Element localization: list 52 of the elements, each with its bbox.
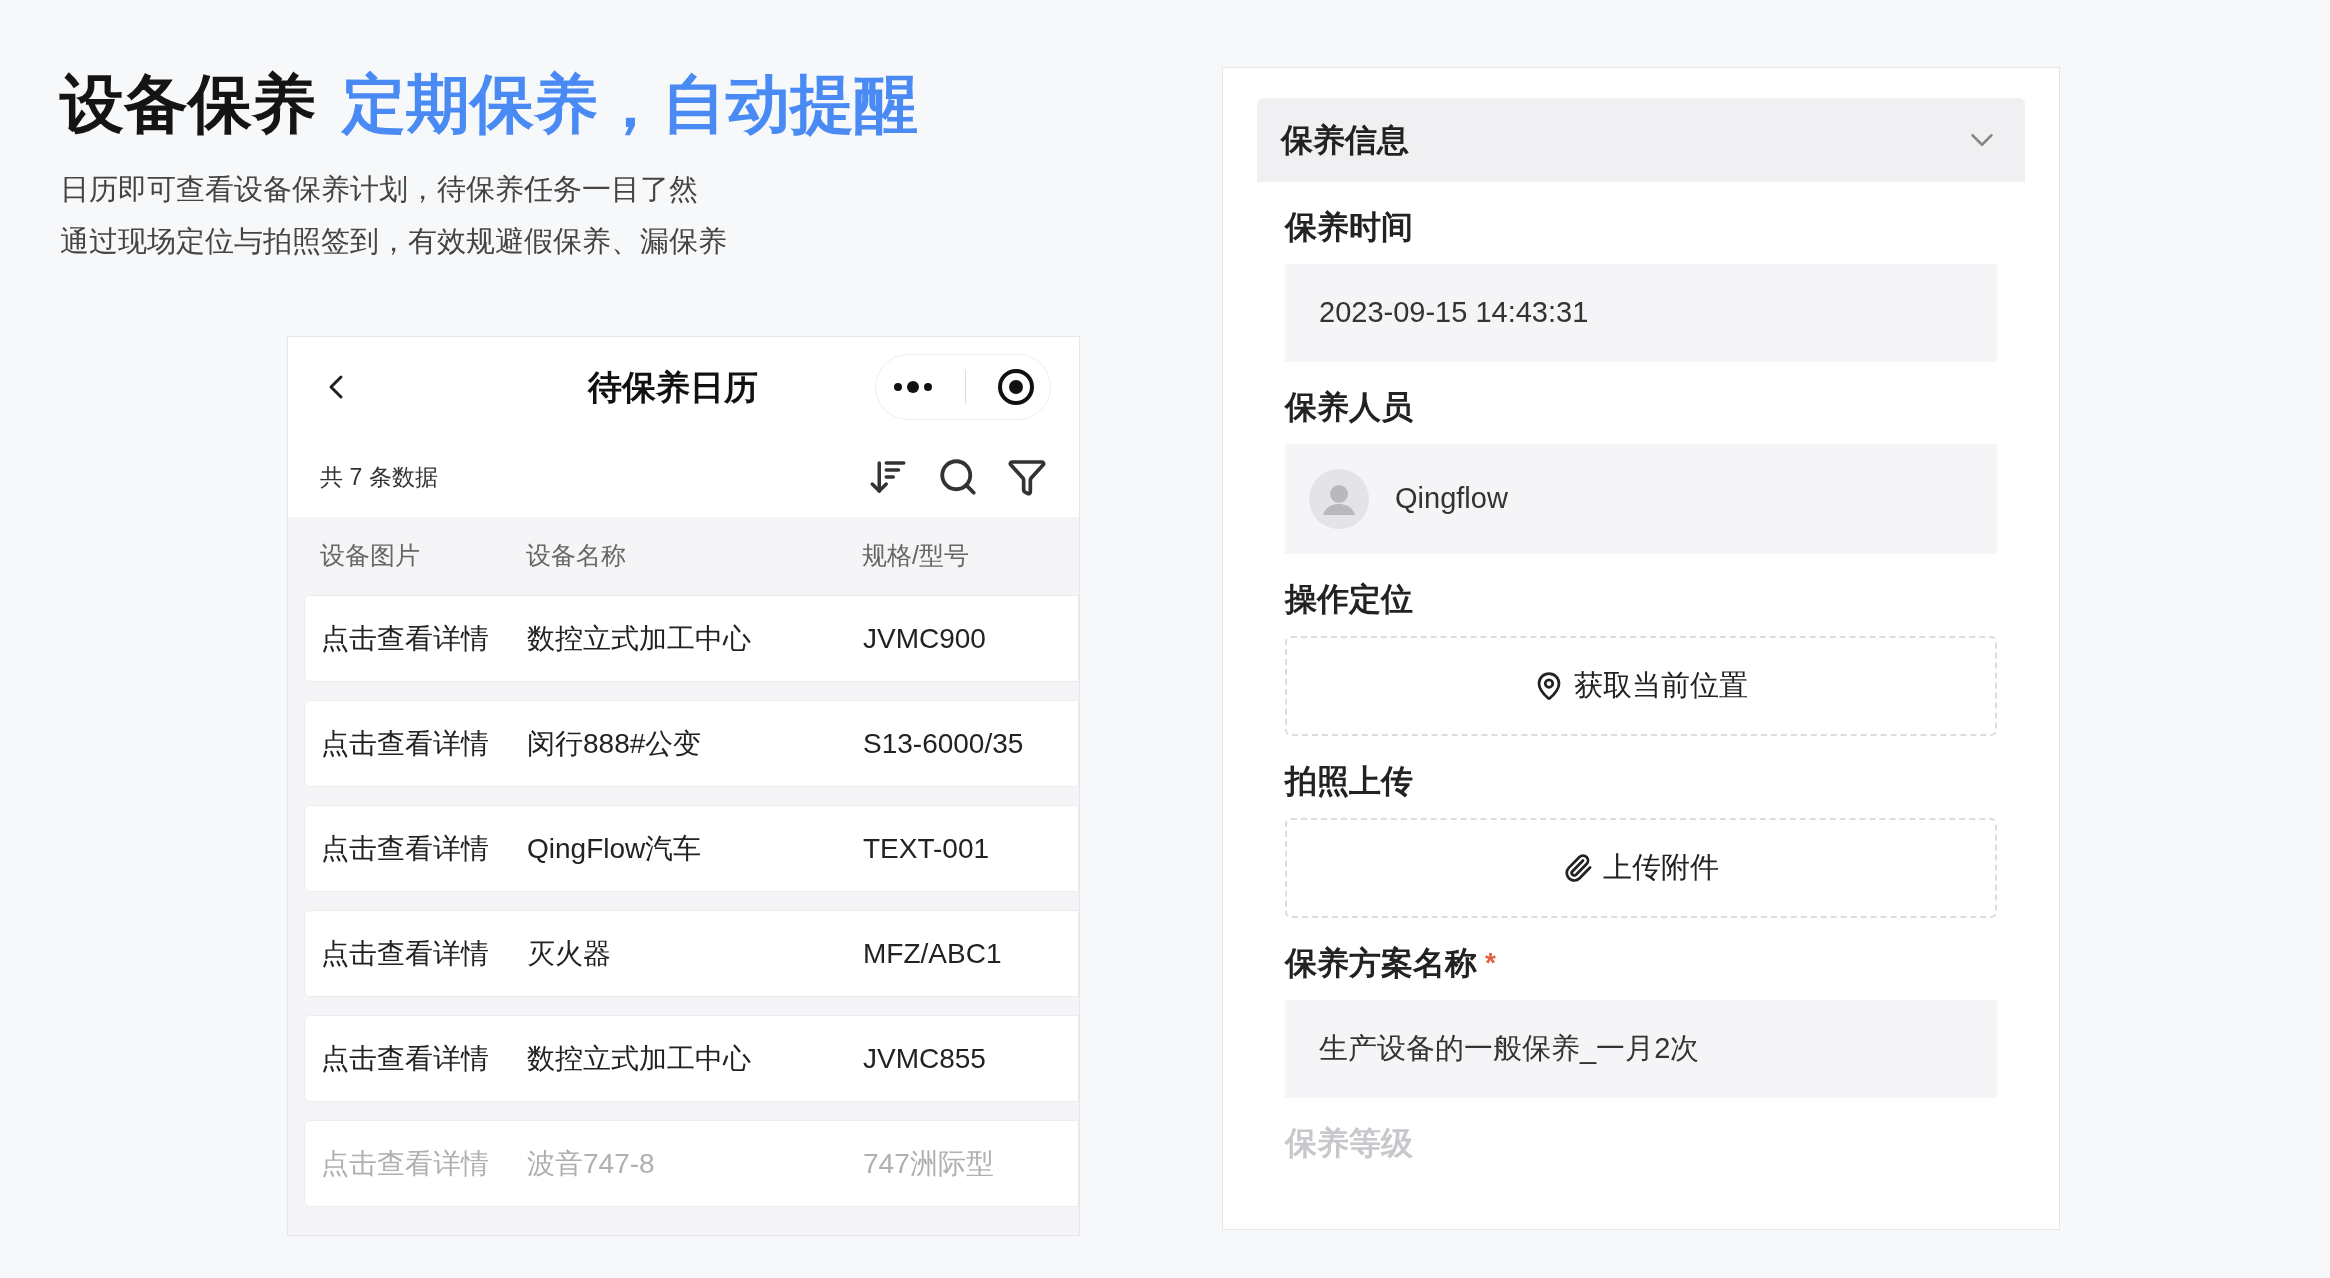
description-text: 通过现场定位与拍照签到，有效规避假保养、漏保养 (60, 224, 728, 259)
table-row[interactable]: 点击查看详情 QingFlow汽车 TEXT-001 (304, 805, 1079, 892)
table-row[interactable]: 点击查看详情 数控立式加工中心 JVMC900 (304, 595, 1079, 682)
table-cell-text: 数控立式加工中心 (527, 1041, 752, 1076)
table-cell-text: 点击查看详情 (320, 1041, 490, 1076)
filter-icon[interactable] (1007, 457, 1047, 497)
column-header: 设备图片 (319, 540, 421, 572)
search-icon[interactable] (937, 456, 979, 498)
section-title: 保养信息 (1281, 121, 1409, 160)
table-cell-text: 闵行888#公变 (527, 726, 703, 761)
field-label: 操作定位 (1285, 580, 1413, 619)
table-cell-text: 点击查看详情 (320, 1146, 490, 1181)
headline-accent: 定期保养，自动提醒 (342, 66, 918, 143)
table-cell-text: TEXT-001 (863, 831, 991, 866)
column-header: 设备名称 (526, 540, 627, 572)
field-label: 保养方案名称 (1285, 944, 1477, 983)
field-label: 保养时间 (1285, 208, 1413, 247)
required-mark: * (1485, 946, 1496, 980)
table-cell-text: JVMC900 (863, 621, 987, 656)
table-cell-text: 波音747-8 (527, 1146, 656, 1181)
table-cell-text: QingFlow汽车 (527, 831, 703, 866)
table-cell-text: MFZ/ABC1 (863, 936, 1003, 971)
location-button[interactable]: 获取当前位置 (1285, 636, 1997, 736)
table-cell-text: 点击查看详情 (320, 621, 490, 656)
table-cell-text: 数控立式加工中心 (527, 621, 752, 656)
page-title: 待保养日历 (588, 366, 758, 408)
table-cell-text: JVMC855 (863, 1041, 987, 1076)
section-header[interactable]: 保养信息 (1257, 98, 2025, 182)
description-text: 日历即可查看设备保养计划，待保养任务一目了然 (60, 172, 699, 207)
table-cell-text: 点击查看详情 (320, 936, 490, 971)
table-cell-text: 747洲际型 (863, 1146, 995, 1181)
table-row[interactable]: 点击查看详情 灭火器 MFZ/ABC1 (304, 910, 1079, 997)
paperclip-icon (1563, 853, 1593, 883)
table-cell-text: S13-6000/35 (863, 726, 1025, 761)
table-cell-text: 点击查看详情 (320, 726, 490, 761)
record-count: 共 7 条数据 (320, 462, 438, 492)
headline: 设备保养 (60, 66, 316, 143)
user-name: Qingflow (1395, 481, 1508, 517)
input-field[interactable]: 2023-09-15 14:43:31 (1285, 264, 1997, 362)
table-row[interactable]: 点击查看详情 数控立式加工中心 JVMC855 (304, 1015, 1079, 1102)
user-field[interactable]: Qingflow (1285, 444, 1997, 554)
input-field[interactable]: 生产设备的一般保养_一月2次 (1285, 1000, 1997, 1098)
column-header: 规格/型号 (862, 540, 970, 572)
table-cell-text: 灭火器 (527, 936, 612, 971)
table-cell-text: 点击查看详情 (320, 831, 490, 866)
field-label: 拍照上传 (1285, 762, 1413, 801)
avatar-icon (1309, 469, 1369, 529)
upload-button[interactable]: 上传附件 (1285, 818, 1997, 918)
field-label: 保养人员 (1285, 388, 1413, 427)
target-icon[interactable] (996, 368, 1035, 406)
more-icon[interactable] (891, 381, 934, 393)
table-row[interactable]: 点击查看详情 闵行888#公变 S13-6000/35 (304, 700, 1079, 787)
